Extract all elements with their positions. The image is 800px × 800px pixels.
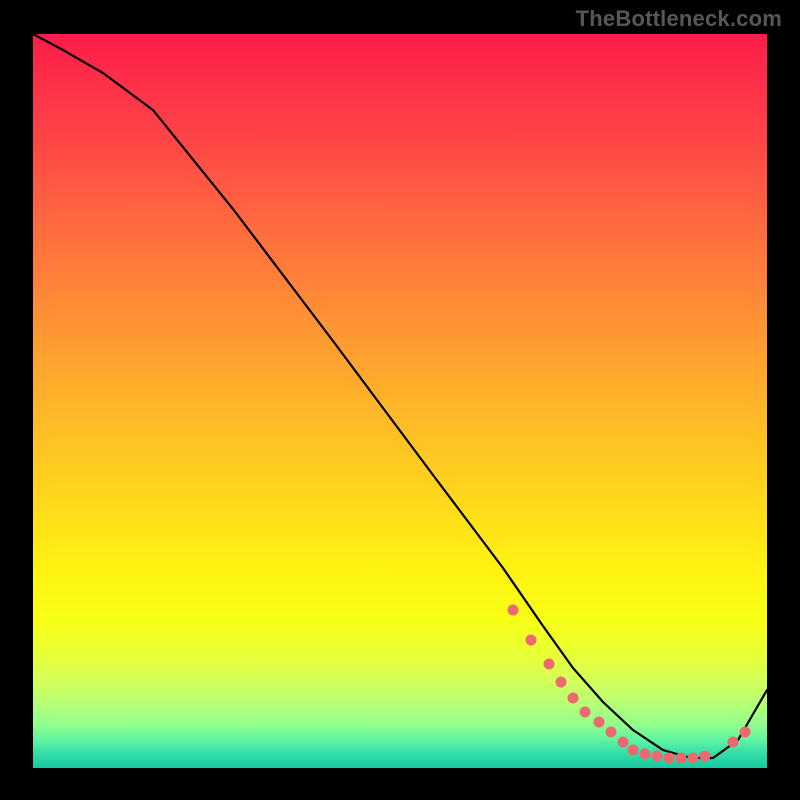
marker-dot (664, 753, 675, 764)
marker-dot (700, 751, 711, 762)
marker-dot (594, 717, 605, 728)
marker-dot (740, 727, 751, 738)
marker-dot (544, 659, 555, 670)
marker-dot (688, 753, 699, 764)
chart-overlay-svg (33, 34, 767, 768)
marker-dot (652, 751, 663, 762)
marker-dot (676, 753, 687, 764)
marker-dot (556, 677, 567, 688)
marker-dot (580, 707, 591, 718)
marker-dot (640, 749, 651, 760)
marker-dot (606, 727, 617, 738)
marker-dot (508, 605, 519, 616)
watermark-text: TheBottleneck.com (576, 6, 782, 32)
marker-dot (628, 745, 639, 756)
chart-frame: TheBottleneck.com (0, 0, 800, 800)
marker-dot (568, 693, 579, 704)
bottleneck-curve (33, 34, 767, 758)
marker-dot (728, 737, 739, 748)
marker-dot (618, 737, 629, 748)
marker-dot (526, 635, 537, 646)
